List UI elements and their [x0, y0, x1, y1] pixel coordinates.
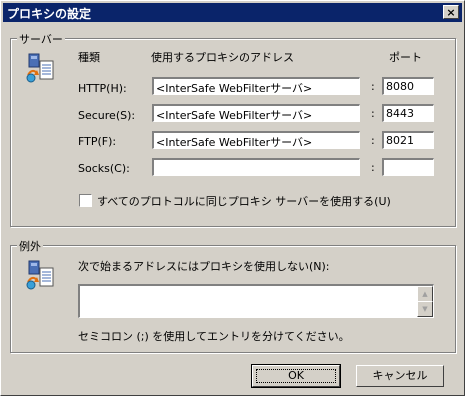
title-bar: プロキシの設定 ×: [3, 3, 462, 22]
col-type-header: 種類: [78, 51, 100, 64]
http-address-input[interactable]: <InterSafe WebFilterサーバ>: [152, 77, 360, 95]
socks-label: Socks(C):: [78, 162, 130, 175]
ftp-address-input[interactable]: <InterSafe WebFilterサーバ>: [152, 131, 360, 149]
same-proxy-checkbox[interactable]: [79, 194, 92, 207]
ok-button[interactable]: OK: [251, 364, 341, 388]
secure-colon: :: [371, 107, 375, 120]
exceptions-group: 例外 次で始まるアドレスにはプロキシを使用しない(N): ▲ ▼ セミコロン (…: [10, 238, 456, 353]
proxy-settings-dialog: プロキシの設定 × サーバー 種類 使用するプロキシのアドレス ポート HTTP…: [0, 0, 465, 396]
socks-address-input[interactable]: [152, 158, 360, 176]
exceptions-textarea[interactable]: ▲ ▼: [78, 284, 434, 318]
exceptions-icon: [25, 260, 57, 292]
focus-rect: [256, 369, 336, 383]
exceptions-scrollbar[interactable]: ▲ ▼: [417, 286, 433, 317]
close-button[interactable]: ×: [443, 5, 459, 19]
exceptions-note: セミコロン (;) を使用してエントリを分けてください。: [78, 330, 350, 343]
http-label: HTTP(H):: [78, 82, 127, 95]
col-address-header: 使用するプロキシのアドレス: [151, 51, 294, 64]
servers-legend: サーバー: [17, 31, 65, 47]
secure-label: Secure(S):: [78, 109, 136, 122]
exceptions-instruction: 次で始まるアドレスにはプロキシを使用しない(N):: [78, 260, 330, 273]
socks-port-input[interactable]: [382, 158, 434, 176]
http-port-input[interactable]: 8080: [382, 77, 434, 95]
scroll-down-button[interactable]: ▼: [417, 301, 433, 317]
ftp-label: FTP(F):: [78, 135, 117, 148]
same-proxy-label[interactable]: すべてのプロトコルに同じプロキシ サーバーを使用する(U): [97, 193, 391, 209]
window-title: プロキシの設定: [7, 7, 92, 21]
servers-group: サーバー 種類 使用するプロキシのアドレス ポート HTTP(H): <Inte…: [10, 31, 456, 227]
scroll-up-button[interactable]: ▲: [417, 286, 433, 302]
secure-port-input[interactable]: 8443: [382, 104, 434, 122]
cancel-button[interactable]: キャンセル: [356, 365, 444, 387]
ftp-port-input[interactable]: 8021: [382, 131, 434, 149]
ftp-colon: :: [371, 134, 375, 147]
socks-colon: :: [371, 161, 375, 174]
http-colon: :: [371, 80, 375, 93]
cancel-button-label: キャンセル: [372, 369, 428, 382]
secure-address-input[interactable]: <InterSafe WebFilterサーバ>: [152, 104, 360, 122]
proxy-server-icon: [25, 53, 57, 85]
col-port-header: ポート: [389, 51, 422, 64]
exceptions-legend: 例外: [17, 238, 43, 254]
